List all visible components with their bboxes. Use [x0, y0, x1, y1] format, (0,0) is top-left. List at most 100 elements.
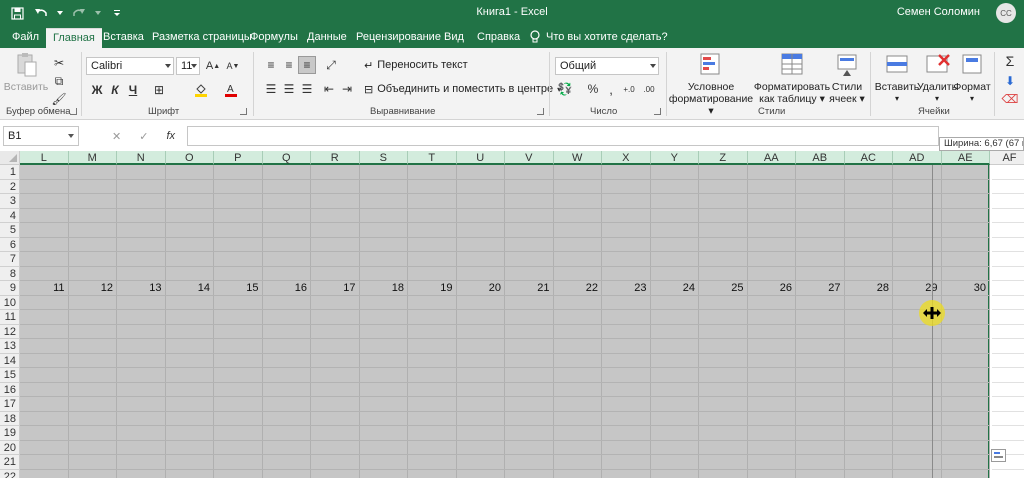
worksheet-grid[interactable]: L M N O P Q R S T U V W X Y Z AA AB AC AD AE AF 1 2 3 4 5 6 7 8 9 10 1… — [0, 151, 1024, 478]
row-header-19[interactable]: 19 — [0, 426, 20, 441]
avatar[interactable]: СС — [996, 3, 1016, 23]
column-header-t[interactable]: T — [408, 151, 457, 165]
column-header-s[interactable]: S — [359, 151, 408, 165]
tab-help[interactable]: Справка — [477, 26, 520, 48]
row-header-4[interactable]: 4 — [0, 208, 20, 223]
row-header-7[interactable]: 7 — [0, 252, 20, 267]
row-header-9[interactable]: 9 — [0, 281, 20, 296]
selected-range[interactable] — [20, 165, 990, 478]
insert-cells-button[interactable]: Вставить ▾ — [874, 52, 920, 105]
align-left-icon[interactable]: ☰ — [262, 80, 280, 98]
name-box[interactable]: B1 — [3, 126, 79, 146]
tab-data[interactable]: Данные — [307, 26, 347, 48]
cell-value[interactable]: 13 — [117, 281, 161, 295]
increase-decimal-icon[interactable]: +.0 — [620, 80, 638, 98]
cell-value[interactable]: 24 — [651, 281, 695, 295]
number-format-select[interactable]: Общий — [555, 57, 659, 75]
tab-insert[interactable]: Вставка — [103, 26, 144, 48]
cancel-icon[interactable]: ✕ — [112, 130, 121, 143]
row-header-14[interactable]: 14 — [0, 353, 20, 368]
format-as-table-button[interactable]: Форматировать как таблицу ▾ — [754, 52, 830, 105]
conditional-formatting-button[interactable]: Условное форматирование ▾ — [669, 52, 753, 117]
row-header-17[interactable]: 17 — [0, 397, 20, 412]
align-center-icon[interactable]: ☰ — [280, 80, 298, 98]
orientation-icon[interactable]: ⤢ — [322, 56, 340, 74]
paste-button[interactable]: Вставить — [4, 52, 48, 93]
column-header-q[interactable]: Q — [262, 151, 311, 165]
increase-indent-icon[interactable]: ⇥ — [338, 80, 356, 98]
cell-value[interactable]: 16 — [263, 281, 307, 295]
quick-analysis-icon[interactable] — [991, 449, 1006, 462]
bold-button[interactable]: Ж — [88, 81, 106, 99]
autosum-icon[interactable]: Σ — [1001, 52, 1019, 70]
align-bottom-icon[interactable]: ≡ — [298, 56, 316, 74]
italic-button[interactable]: К — [106, 81, 124, 99]
column-header-z[interactable]: Z — [699, 151, 748, 165]
tab-view[interactable]: Вид — [444, 26, 464, 48]
row-header-15[interactable]: 15 — [0, 368, 20, 383]
cell-value[interactable]: 23 — [602, 281, 646, 295]
increase-font-icon[interactable]: A ▲ — [204, 57, 222, 75]
column-header-l[interactable]: L — [20, 151, 69, 165]
thousands-icon[interactable]: , — [602, 80, 620, 98]
cell-value[interactable]: 12 — [69, 281, 113, 295]
cell-value[interactable]: 20 — [457, 281, 501, 295]
clipboard-launcher-icon[interactable] — [70, 108, 77, 115]
cell-value[interactable]: 27 — [796, 281, 840, 295]
column-header-ad[interactable]: AD — [893, 151, 942, 165]
cell-value[interactable]: 19 — [408, 281, 452, 295]
alignment-launcher-icon[interactable] — [537, 108, 544, 115]
row-header-16[interactable]: 16 — [0, 382, 20, 397]
cell-value[interactable]: 26 — [748, 281, 792, 295]
column-header-ab[interactable]: AB — [796, 151, 845, 165]
font-color-icon[interactable]: A — [222, 81, 240, 99]
fill-icon[interactable]: ⬇ — [1001, 72, 1019, 90]
column-header-af[interactable]: AF — [990, 151, 1024, 165]
tab-file[interactable]: Файл — [12, 26, 39, 48]
insert-function-button[interactable]: fx — [166, 130, 175, 142]
font-launcher-icon[interactable] — [240, 108, 247, 115]
row-header-3[interactable]: 3 — [0, 194, 20, 209]
tab-home[interactable]: Главная — [46, 28, 102, 48]
cell-value[interactable]: 17 — [311, 281, 355, 295]
copy-icon[interactable]: ⧉ — [50, 72, 68, 90]
column-header-m[interactable]: M — [68, 151, 117, 165]
cell-value[interactable]: 28 — [845, 281, 889, 295]
row-header-5[interactable]: 5 — [0, 223, 20, 238]
cell-styles-button[interactable]: Стили ячеек ▾ — [826, 52, 868, 105]
row-header-20[interactable]: 20 — [0, 440, 20, 455]
unselected-column-af[interactable] — [992, 165, 1024, 478]
cell-value[interactable]: 30 — [942, 281, 986, 295]
column-header-n[interactable]: N — [117, 151, 166, 165]
row-header-13[interactable]: 13 — [0, 339, 20, 354]
column-header-p[interactable]: P — [214, 151, 263, 165]
font-size-select[interactable]: 11 — [176, 57, 200, 75]
align-middle-icon[interactable]: ≡ — [280, 56, 298, 74]
column-header-y[interactable]: Y — [650, 151, 699, 165]
wrap-text-button[interactable]: ↵ Переносить текст — [364, 56, 468, 74]
decrease-decimal-icon[interactable]: .00 — [640, 80, 658, 98]
row-header-8[interactable]: 8 — [0, 266, 20, 281]
cell-value[interactable]: 21 — [505, 281, 549, 295]
percent-icon[interactable]: % — [584, 80, 602, 98]
row-header-18[interactable]: 18 — [0, 411, 20, 426]
merge-center-button[interactable]: ⊟ Объединить и поместить в центре ▾ — [364, 80, 561, 98]
column-header-ae[interactable]: AE — [941, 151, 990, 165]
column-header-u[interactable]: U — [456, 151, 505, 165]
column-header-o[interactable]: O — [165, 151, 214, 165]
font-name-select[interactable]: Calibri — [86, 57, 174, 75]
number-launcher-icon[interactable] — [654, 108, 661, 115]
enter-icon[interactable]: ✓ — [139, 130, 148, 143]
column-header-r[interactable]: R — [311, 151, 360, 165]
cut-icon[interactable]: ✂ — [50, 54, 68, 72]
align-right-icon[interactable]: ☰ — [298, 80, 316, 98]
column-header-w[interactable]: W — [553, 151, 602, 165]
fill-color-icon[interactable] — [192, 81, 210, 99]
align-top-icon[interactable]: ≡ — [262, 56, 280, 74]
cell-value[interactable]: 25 — [699, 281, 743, 295]
decrease-font-icon[interactable]: A ▼ — [224, 57, 242, 75]
tab-formulas[interactable]: Формулы — [250, 26, 298, 48]
tab-review[interactable]: Рецензирование — [356, 26, 441, 48]
row-header-11[interactable]: 11 — [0, 310, 20, 325]
column-header-x[interactable]: X — [602, 151, 651, 165]
